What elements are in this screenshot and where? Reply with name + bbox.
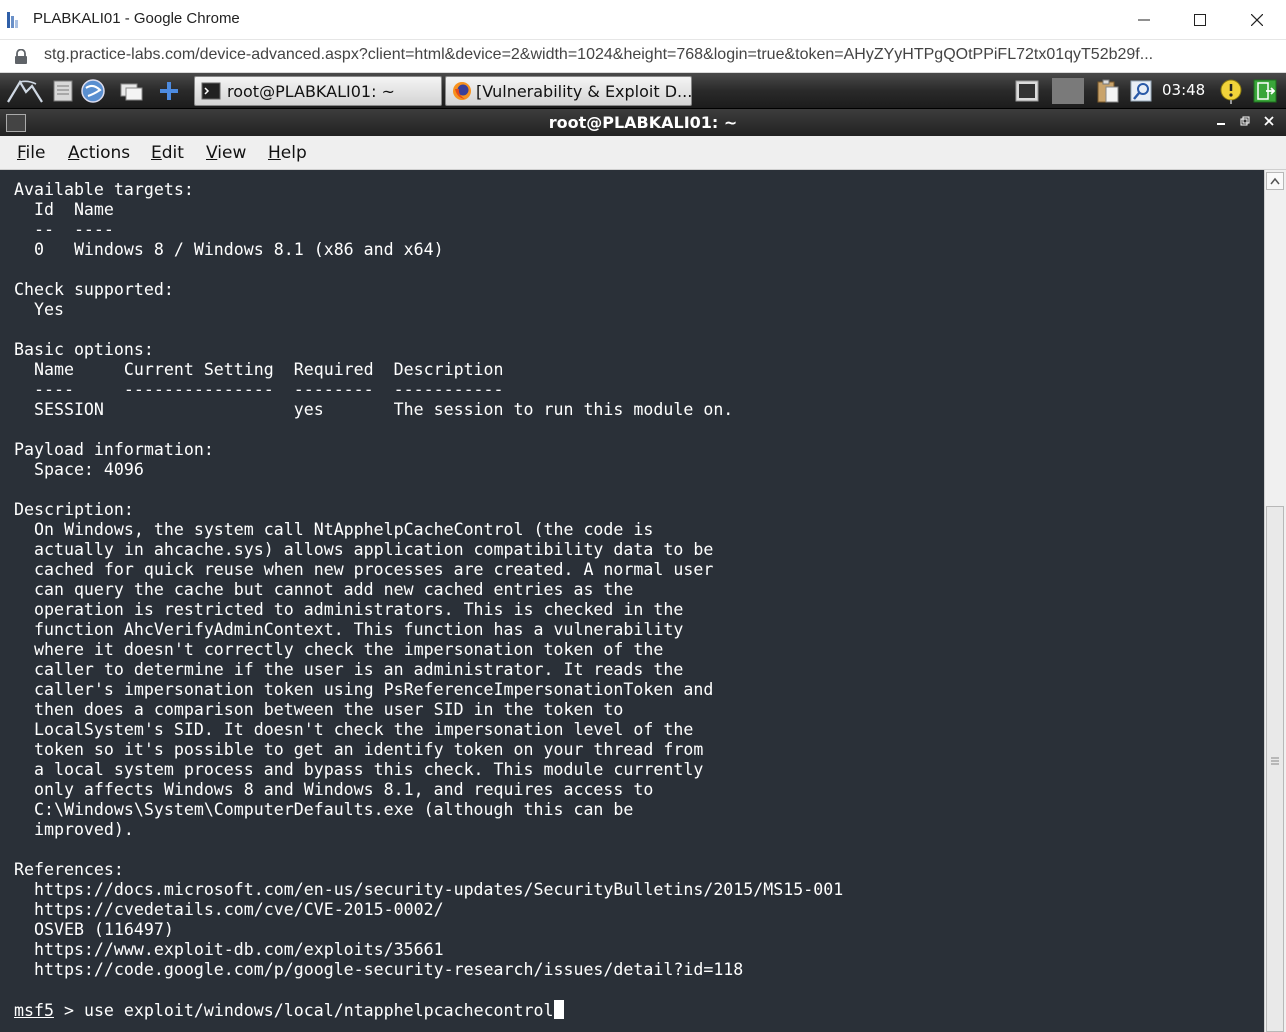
terminal-line: Id Name [14,200,114,219]
terminal-lines: Available targets: Id Name -- ---- 0 Win… [14,180,843,1000]
terminal-line: LocalSystem's SID. It doesn't check the … [14,720,694,739]
terminal-title-bar: root@PLABKALI01: ~ [0,109,1286,136]
terminal-line: caller to determine if the user is an ad… [14,660,684,679]
menu-edit[interactable]: Edit [151,143,184,163]
text-cursor [553,1000,564,1019]
browser-window-title: PLABKALI01 - Google Chrome [33,10,240,27]
terminal-line: only affects Windows 8 and Windows 8.1, … [14,780,654,799]
workspace-slot[interactable] [1052,78,1084,104]
menu-view[interactable]: View [206,143,246,163]
terminal-line: Name Current Setting Required Descriptio… [14,360,504,379]
terminal-line: C:\Windows\System\ComputerDefaults.exe (… [14,800,634,819]
terminal-line: Yes [14,300,64,319]
add-icon[interactable] [156,78,182,104]
close-icon [1264,116,1274,126]
firefox-icon [453,82,471,100]
panel-clock: 03:48 [1162,81,1206,99]
close-button[interactable] [1229,0,1285,40]
terminal-line: token so it's possible to get an identif… [14,740,704,759]
terminal-line: actually in ahcache.sys) allows applicat… [14,540,714,559]
search-icon[interactable] [1128,78,1154,104]
terminal-menu-bar: File Actions Edit View Help [0,136,1286,170]
file-manager-icon[interactable] [50,78,76,104]
menu-actions[interactable]: Actions [68,143,130,163]
taskbar-terminal-label: root@PLABKALI01: ~ [227,81,395,101]
terminal-line: operation is restricted to administrator… [14,600,684,619]
terminal-line: Available targets: [14,180,194,199]
prompt-separator: > [53,1001,84,1020]
terminal-line: Basic options: [14,340,154,359]
prompt-label: msf5 [14,1001,54,1020]
terminal-line: https://www.exploit-db.com/exploits/3566… [14,940,444,959]
minimize-icon [1138,19,1150,21]
show-desktop-icon[interactable] [118,78,144,104]
menu-help[interactable]: Help [268,143,307,163]
terminal-line: caller's impersonation token using PsRef… [14,680,714,699]
terminal-line: function AhcVerifyAdminContext. This fun… [14,620,684,639]
web-browser-icon[interactable] [80,78,106,104]
terminal-minimize-button[interactable] [1212,113,1230,131]
scroll-up-button[interactable] [1266,172,1284,190]
terminal-line: https://cvedetails.com/cve/CVE-2015-0002… [14,900,444,919]
workspace-icon[interactable] [1014,78,1040,104]
terminal-window-title: root@PLABKALI01: ~ [548,113,738,132]
logout-icon[interactable] [1252,78,1278,104]
scrollbar-thumb[interactable] [1266,506,1284,1032]
browser-title-bar: PLABKALI01 - Google Chrome [0,0,1286,40]
terminal-line: OSVEB (116497) [14,920,174,939]
terminal-line: where it doesn't correctly check the imp… [14,640,664,659]
close-icon [1251,14,1263,26]
chevron-up-icon [1270,177,1280,185]
desktop-panel: root@PLABKALI01: ~ [Vulnerability & Expl… [0,73,1286,109]
address-bar: stg.practice-labs.com/device-advanced.as… [0,40,1286,73]
minimize-button[interactable] [1116,0,1172,40]
terminal-line: improved). [14,820,134,839]
terminal-line: cached for quick reuse when new processe… [14,560,714,579]
terminal-close-button[interactable] [1260,113,1278,131]
terminal-line: Payload information: [14,440,214,459]
terminal-line: a local system process and bypass this c… [14,760,704,779]
terminal-output[interactable]: Available targets: Id Name -- ---- 0 Win… [0,170,1264,1032]
terminal-line: ---- --------------- -------- ----------… [14,380,504,399]
grip-icon [1271,757,1279,765]
terminal-line: can query the cache but cannot add new c… [14,580,634,599]
url-field[interactable]: stg.practice-labs.com/device-advanced.as… [44,46,1274,64]
terminal-maximize-button[interactable] [1236,113,1254,131]
notification-icon[interactable] [1218,78,1244,104]
command-input[interactable]: use exploit/windows/local/ntapphelpcache… [84,1001,554,1020]
taskbar-terminal-button[interactable]: root@PLABKALI01: ~ [194,76,442,106]
taskbar-firefox-button[interactable]: [Vulnerability & Exploit D... [445,76,692,106]
terminal-line: Check supported: [14,280,174,299]
terminal-icon [201,82,221,100]
terminal-line: 0 Windows 8 / Windows 8.1 (x86 and x64) [14,240,444,259]
clipboard-icon[interactable] [1094,78,1120,104]
minimize-icon [1217,123,1225,125]
command-line[interactable]: msf5 > use exploit/windows/local/ntapphe… [14,1000,564,1021]
maximize-icon [1194,14,1206,26]
terminal-line: https://code.google.com/p/google-securit… [14,960,744,979]
terminal-line: References: [14,860,124,879]
terminal-line: then does a comparison between the user … [14,700,624,719]
terminal-line: https://docs.microsoft.com/en-us/securit… [14,880,844,899]
terminal-line: SESSION yes The session to run this modu… [14,400,734,419]
taskbar-firefox-label: [Vulnerability & Exploit D... [476,81,692,101]
terminal-line: -- ---- [14,220,114,239]
terminal-line: Space: 4096 [14,460,144,479]
terminal-line: Description: [14,500,134,519]
restore-icon [1240,116,1250,126]
lock-icon[interactable] [14,49,28,65]
app-logo-icon [7,12,18,28]
kali-menu-icon[interactable] [6,78,44,104]
terminal-line: On Windows, the system call NtApphelpCac… [14,520,654,539]
maximize-button[interactable] [1172,0,1228,40]
menu-file[interactable]: File [17,143,45,163]
